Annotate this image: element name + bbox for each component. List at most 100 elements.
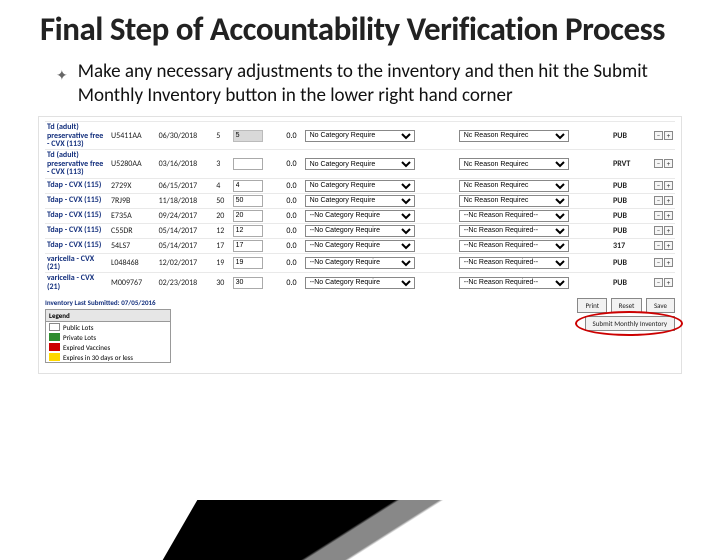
variance: 0.0 [277,122,303,150]
legend-swatch-expiring [49,353,60,361]
exp-date: 12/02/2017 [157,253,215,273]
minus-icon[interactable]: – [654,278,663,287]
reason-select[interactable]: Nc Reason Requirec [459,195,569,207]
minus-icon[interactable]: – [654,181,663,190]
physical-count-input[interactable] [233,130,263,142]
exp-date: 02/23/2018 [157,273,215,292]
variance: 0.0 [277,193,303,208]
lot-number: U5411AA [109,122,157,150]
exp-date: 03/16/2018 [157,150,215,178]
plus-icon[interactable]: + [664,211,673,220]
minus-icon[interactable]: – [654,258,663,267]
vaccine-name: Tdap - CVX (115) [45,238,109,253]
plus-icon[interactable]: + [664,131,673,140]
lot-number: 54LS7 [109,238,157,253]
inventory-table: Td (adult) preservative free - CVX (113)… [45,121,675,292]
print-button[interactable]: Print [577,298,607,313]
action-buttons: Print Reset Save Submit Monthly Inventor… [575,298,675,334]
variance: 0.0 [277,150,303,178]
category-select[interactable]: --No Category Require [305,257,415,269]
reason-select[interactable]: --Nc Reason Required-- [459,210,569,222]
physical-count-input[interactable] [233,257,263,269]
qty-on-hand: 50 [214,193,230,208]
category-select[interactable]: --No Category Require [305,277,415,289]
physical-count-input[interactable] [233,225,263,237]
vaccine-name: Td (adult) preservative free - CVX (113) [45,150,109,178]
funding-source: PUB [611,122,639,150]
table-row: Tdap - CVX (115)E735A09/24/2017200.0--No… [45,208,675,223]
physical-count-input[interactable] [233,180,263,192]
plus-icon[interactable]: + [664,181,673,190]
qty-on-hand: 5 [214,122,230,150]
physical-count-input[interactable] [233,277,263,289]
funding-source: PUB [611,193,639,208]
exp-date: 05/14/2017 [157,223,215,238]
reason-select[interactable]: --Nc Reason Required-- [459,240,569,252]
category-select[interactable]: No Category Require [305,195,415,207]
variance: 0.0 [277,223,303,238]
category-select[interactable]: --No Category Require [305,210,415,222]
plus-icon[interactable]: + [664,241,673,250]
physical-count-input[interactable] [233,158,263,170]
plus-icon[interactable]: + [664,159,673,168]
minus-icon[interactable]: – [654,241,663,250]
table-row: Tdap - CVX (115)7RJ9B11/18/2018500.0No C… [45,193,675,208]
reason-select[interactable]: --Nc Reason Required-- [459,225,569,237]
bullet-text: Make any necessary adjustments to the in… [78,60,676,109]
table-row: Td (adult) preservative free - CVX (113)… [45,150,675,178]
reason-select[interactable]: Nc Reason Requirec [459,130,569,142]
category-select[interactable]: --No Category Require [305,225,415,237]
plus-icon[interactable]: + [664,196,673,205]
bullet-icon: ✦ [56,67,68,84]
reason-select[interactable]: Nc Reason Requirec [459,158,569,170]
inventory-screenshot: Td (adult) preservative free - CVX (113)… [38,116,682,374]
save-button[interactable]: Save [646,298,675,313]
minus-icon[interactable]: – [654,159,663,168]
lot-number: C55DR [109,223,157,238]
qty-on-hand: 30 [214,273,230,292]
vaccine-name: varicella - CVX (21) [45,273,109,292]
category-select[interactable]: No Category Require [305,158,415,170]
physical-count-input[interactable] [233,210,263,222]
legend-label: Expires in 30 days or less [63,353,133,362]
lot-number: 2729X [109,178,157,193]
reset-button[interactable]: Reset [611,298,643,313]
exp-date: 05/14/2017 [157,238,215,253]
variance: 0.0 [277,273,303,292]
category-select[interactable]: --No Category Require [305,240,415,252]
plus-icon[interactable]: + [664,258,673,267]
category-select[interactable]: No Category Require [305,180,415,192]
qty-on-hand: 3 [214,150,230,178]
minus-icon[interactable]: – [654,211,663,220]
legend-swatch-public [49,323,60,331]
minus-icon[interactable]: – [654,196,663,205]
plus-icon[interactable]: + [664,226,673,235]
qty-on-hand: 12 [214,223,230,238]
table-row: Tdap - CVX (115)54LS705/14/2017170.0--No… [45,238,675,253]
table-row: Tdap - CVX (115)C55DR05/14/2017120.0--No… [45,223,675,238]
slide-title: Final Step of Accountability Verificatio… [40,12,696,48]
lot-number: L048468 [109,253,157,273]
plus-icon[interactable]: + [664,278,673,287]
legend-label: Expired Vaccines [63,343,110,352]
reason-select[interactable]: Nc Reason Requirec [459,180,569,192]
funding-source: PUB [611,208,639,223]
reason-select[interactable]: --Nc Reason Required-- [459,277,569,289]
submit-monthly-inventory-button[interactable]: Submit Monthly Inventory [585,316,676,331]
funding-source: PUB [611,253,639,273]
physical-count-input[interactable] [233,195,263,207]
funding-source: PRVT [611,150,639,178]
reason-select[interactable]: --Nc Reason Required-- [459,257,569,269]
vaccine-name: Tdap - CVX (115) [45,193,109,208]
category-select[interactable]: No Category Require [305,130,415,142]
physical-count-input[interactable] [233,240,263,252]
decorative-stripe [163,500,578,560]
funding-source: PUB [611,178,639,193]
lot-number: U5280AA [109,150,157,178]
minus-icon[interactable]: – [654,131,663,140]
exp-date: 06/30/2018 [157,122,215,150]
vaccine-name: varicella - CVX (21) [45,253,109,273]
table-row: varicella - CVX (21)M00976702/23/2018300… [45,273,675,292]
table-row: varicella - CVX (21)L04846812/02/2017190… [45,253,675,273]
minus-icon[interactable]: – [654,226,663,235]
